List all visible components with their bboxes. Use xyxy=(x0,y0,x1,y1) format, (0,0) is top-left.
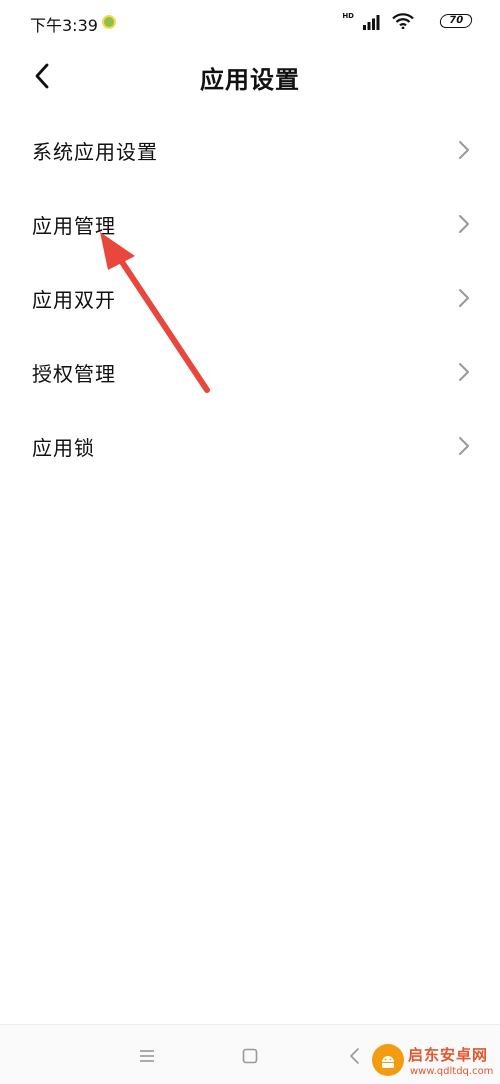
app-notification-icon xyxy=(102,15,116,29)
nav-back-button[interactable] xyxy=(341,1043,367,1069)
watermark: 启东安卓网 www.qdltdq.com xyxy=(372,1040,500,1084)
list-item-dual-apps[interactable]: 应用双开 xyxy=(0,260,500,334)
list-item-label: 系统应用设置 xyxy=(32,140,158,164)
settings-list: 系统应用设置 应用管理 应用双开 授权管理 应用锁 xyxy=(0,112,500,482)
page-title: 应用设置 xyxy=(200,66,300,94)
watermark-title: 启东安卓网 xyxy=(408,1046,489,1064)
list-item-label: 应用管理 xyxy=(32,214,116,238)
list-item-system-app-settings[interactable]: 系统应用设置 xyxy=(0,112,500,186)
back-icon xyxy=(350,1048,359,1064)
chevron-right-icon xyxy=(459,141,469,159)
battery-icon: 70 xyxy=(438,14,474,28)
android-icon xyxy=(382,1056,394,1068)
list-item-label: 应用锁 xyxy=(32,436,95,460)
list-item-label: 授权管理 xyxy=(32,362,116,386)
chevron-right-icon xyxy=(459,437,469,455)
battery-level: 70 xyxy=(448,15,465,26)
status-bar: 下午3:39 HD 70 xyxy=(0,0,500,44)
menu-icon xyxy=(140,1050,154,1062)
wifi-icon xyxy=(392,13,414,29)
signal-icon xyxy=(363,15,380,30)
menu-button[interactable] xyxy=(134,1043,160,1069)
status-time: 下午3:39 xyxy=(30,16,98,35)
home-icon xyxy=(242,1048,258,1064)
chevron-right-icon xyxy=(459,289,469,307)
status-icons: HD 70 xyxy=(322,12,474,32)
header: 应用设置 xyxy=(0,44,500,108)
watermark-url: www.qdltdq.com xyxy=(410,1066,494,1077)
home-button[interactable] xyxy=(237,1043,263,1069)
chevron-right-icon xyxy=(459,215,469,233)
list-item-app-lock[interactable]: 应用锁 xyxy=(0,408,500,482)
network-badge: HD xyxy=(342,12,354,20)
watermark-logo-icon xyxy=(372,1044,404,1076)
list-item-app-management[interactable]: 应用管理 xyxy=(0,186,500,260)
chevron-right-icon xyxy=(459,363,469,381)
list-item-permissions[interactable]: 授权管理 xyxy=(0,334,500,408)
list-item-label: 应用双开 xyxy=(32,288,116,312)
